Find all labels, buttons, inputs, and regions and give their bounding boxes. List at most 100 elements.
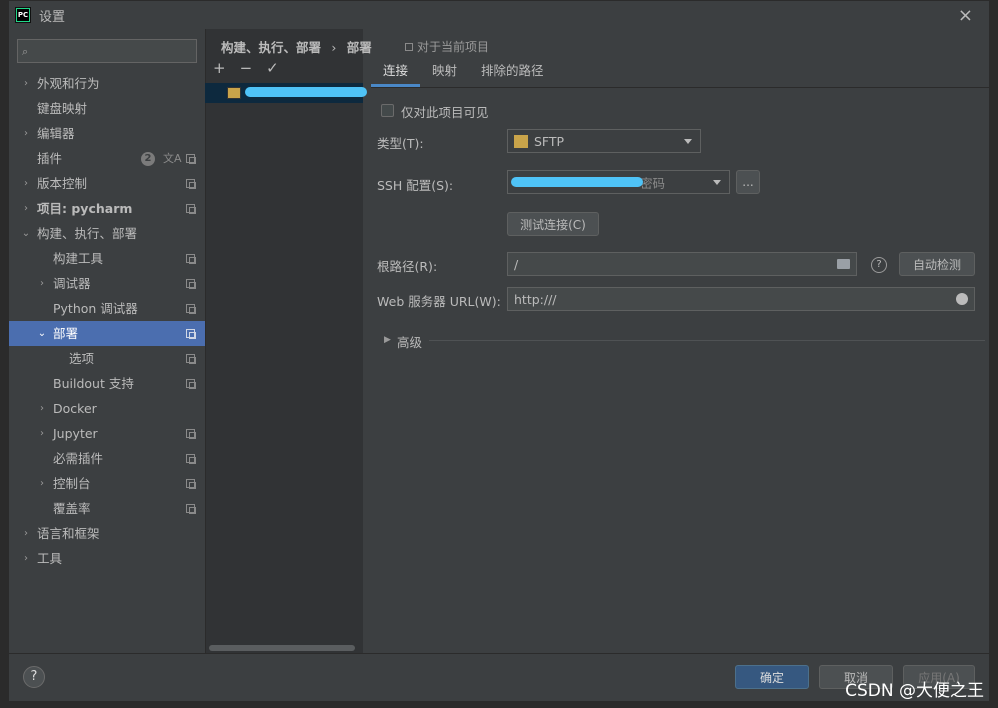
nav-item[interactable]: › 编辑器 <box>9 121 205 146</box>
remove-server-icon[interactable]: − <box>240 59 253 77</box>
nav-item-label: 构建、执行、部署 <box>37 226 138 241</box>
nav-item-label: 调试器 <box>53 276 91 291</box>
nav-item[interactable]: › 版本控制 <box>9 171 205 196</box>
nav-item-label: 编辑器 <box>37 126 75 141</box>
project-scope-icon <box>186 179 196 189</box>
settings-dialog: 设置 × ⌕ › 外观和行为键盘映射 › 编辑器插件 2 文A › 版本控制 › 项目: pych… <box>8 0 991 702</box>
root-path-input[interactable] <box>514 256 822 272</box>
chevron-right-icon[interactable]: › <box>21 196 31 221</box>
nav-item[interactable]: › 工具 <box>9 546 205 571</box>
window-title: 设置 <box>39 9 66 25</box>
nav-item-label: 部署 <box>53 326 79 341</box>
nav-item-label: 项目: pycharm <box>37 201 133 216</box>
nav-item[interactable]: Buildout 支持 <box>9 371 205 396</box>
visible-only-label: 仅对此项目可见 <box>401 105 489 120</box>
update-count-badge: 2 <box>141 152 155 166</box>
nav-item-label: 键盘映射 <box>37 101 88 116</box>
redaction-mark <box>511 177 643 187</box>
project-scope-icon <box>186 254 196 264</box>
nav-item[interactable]: › 语言和框架 <box>9 521 205 546</box>
folder-icon[interactable] <box>837 259 850 269</box>
project-scope-icon <box>186 329 196 339</box>
help-button[interactable]: ? <box>23 666 45 688</box>
chevron-right-icon[interactable]: › <box>21 171 31 196</box>
set-default-icon[interactable]: ✓ <box>266 59 279 77</box>
nav-item[interactable]: 键盘映射 <box>9 96 205 121</box>
nav-item[interactable]: ⌄ 部署 <box>9 321 205 346</box>
nav-item[interactable]: › 控制台 <box>9 471 205 496</box>
tab-connection[interactable]: 连接 <box>371 59 421 87</box>
nav-item-label: Python 调试器 <box>53 301 138 316</box>
nav-item[interactable]: › Docker <box>9 396 205 421</box>
help-icon[interactable]: ? <box>871 257 887 273</box>
globe-icon[interactable] <box>956 293 968 305</box>
nav-item[interactable]: 构建工具 <box>9 246 205 271</box>
advanced-section-label[interactable]: 高级 <box>397 332 422 351</box>
project-scope-icon <box>186 479 196 489</box>
chevron-right-icon[interactable]: › <box>21 546 31 571</box>
web-url-field[interactable] <box>507 287 975 311</box>
nav-tree: › 外观和行为键盘映射 › 编辑器插件 2 文A › 版本控制 › 项目: pycharm ⌄ 构建、… <box>9 71 205 571</box>
expand-arrow-icon[interactable]: ▶ <box>384 335 391 345</box>
pycharm-logo-icon <box>15 7 31 23</box>
chevron-right-icon[interactable]: › <box>37 271 47 296</box>
chevron-right-icon[interactable]: › <box>21 121 31 146</box>
nav-item[interactable]: › 调试器 <box>9 271 205 296</box>
root-path-label: 根路径(R): <box>377 259 438 274</box>
translate-icon: 文A <box>163 152 182 165</box>
project-scope-icon <box>186 354 196 364</box>
nav-item-label: Jupyter <box>53 426 98 441</box>
visible-only-checkbox[interactable] <box>381 104 394 117</box>
search-box[interactable]: ⌕ <box>17 39 197 63</box>
ok-button[interactable]: 确定 <box>735 665 809 689</box>
advanced-divider <box>429 340 985 341</box>
nav-item[interactable]: › 外观和行为 <box>9 71 205 96</box>
type-select[interactable]: SFTP <box>507 129 701 153</box>
nav-item[interactable]: 必需插件 <box>9 446 205 471</box>
search-input[interactable] <box>38 44 188 58</box>
test-connection-button[interactable]: 测试连接(C) <box>507 212 599 236</box>
autodetect-button[interactable]: 自动检测 <box>899 252 975 276</box>
add-server-icon[interactable]: + <box>213 59 226 77</box>
nav-item-label: Buildout 支持 <box>53 376 134 391</box>
server-list-scrollbar[interactable] <box>209 645 355 651</box>
nav-item-label: 插件 <box>37 151 63 166</box>
nav-item[interactable]: › Jupyter <box>9 421 205 446</box>
ssh-more-button[interactable]: ... <box>736 170 760 194</box>
settings-nav: ⌕ › 外观和行为 键盘映射 › 编辑器 插件 2 文A › 版本控制 › 项目: pycharm ⌄ 构… <box>9 29 205 653</box>
chevron-right-icon[interactable]: › <box>21 521 31 546</box>
nav-item[interactable]: Python 调试器 <box>9 296 205 321</box>
footer-divider <box>9 653 989 654</box>
nav-item[interactable]: › 项目: pycharm <box>9 196 205 221</box>
type-value: SFTP <box>534 133 565 149</box>
project-scope-icon <box>186 454 196 464</box>
redaction-mark <box>245 87 367 97</box>
chevron-down-icon[interactable]: ⌄ <box>21 221 31 246</box>
nav-item[interactable]: 插件 2 文A <box>9 146 205 171</box>
root-path-field[interactable] <box>507 252 857 276</box>
project-scope-icon <box>186 304 196 314</box>
nav-item[interactable]: 选项 <box>9 346 205 371</box>
chevron-right-icon[interactable]: › <box>37 396 47 421</box>
web-url-input[interactable] <box>514 291 928 307</box>
chevron-right-icon[interactable]: › <box>21 71 31 96</box>
nav-item[interactable]: ⌄ 构建、执行、部署 <box>9 221 205 246</box>
chevron-right-icon[interactable]: › <box>37 421 47 446</box>
scope-text: 对于当前项目 <box>417 40 490 54</box>
chevron-down-icon[interactable]: ⌄ <box>37 321 47 346</box>
nav-item-label: 控制台 <box>53 476 91 491</box>
server-list-panel <box>205 29 363 653</box>
close-icon[interactable]: × <box>958 5 973 26</box>
scope-label: 对于当前项目 <box>405 38 489 55</box>
chevron-right-icon[interactable]: › <box>37 471 47 496</box>
project-scope-icon <box>186 379 196 389</box>
breadcrumb-separator: › <box>331 40 337 55</box>
breadcrumb: 构建、执行、部署 › 部署 <box>221 37 372 56</box>
tab-excluded-paths[interactable]: 排除的路径 <box>469 59 556 87</box>
sftp-server-icon <box>227 87 241 99</box>
nav-item[interactable]: 覆盖率 <box>9 496 205 521</box>
nav-item-label: 选项 <box>69 351 95 366</box>
tab-mappings[interactable]: 映射 <box>420 59 469 87</box>
ssh-label: SSH 配置(S): <box>377 178 454 193</box>
nav-item-label: 版本控制 <box>37 176 88 191</box>
